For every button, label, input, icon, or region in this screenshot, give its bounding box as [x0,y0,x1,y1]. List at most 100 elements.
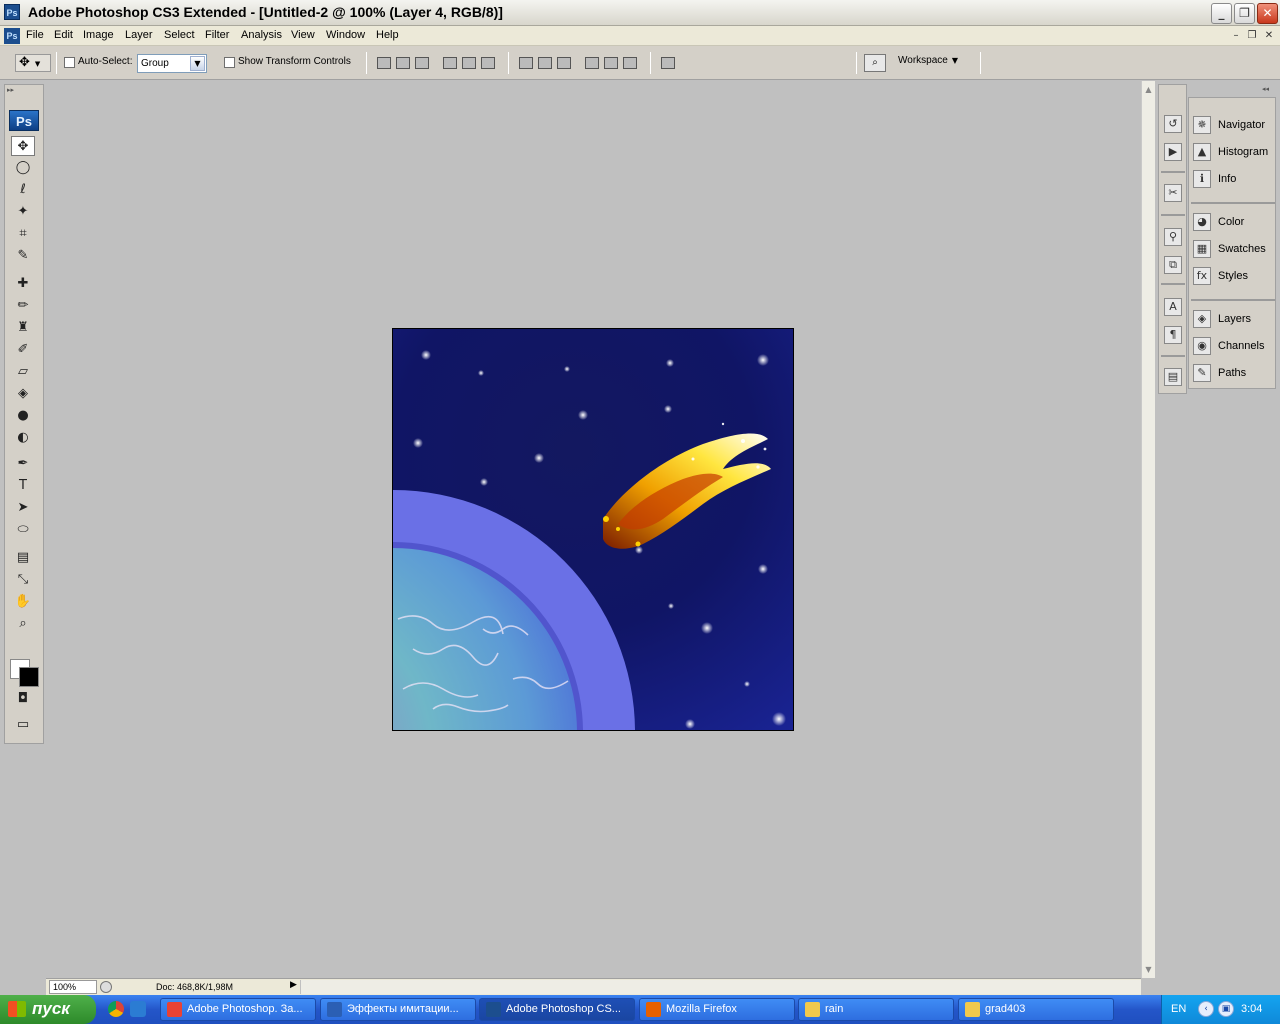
align-right-icon[interactable] [481,57,495,69]
distribute-bottom-icon[interactable] [557,57,571,69]
history-panel-icon[interactable]: ↺ [1164,115,1182,133]
paint-bucket-tool-icon[interactable]: ◈ [11,384,35,404]
maximize-button[interactable]: ❐ [1234,3,1255,24]
status-info-icon[interactable] [100,981,112,993]
crop-tool-icon[interactable]: ⌗ [11,224,35,244]
taskbar-button[interactable]: Adobe Photoshop. За... [160,998,316,1021]
horizontal-scrollbar[interactable] [300,980,1141,994]
shape-tool-icon[interactable]: ⬭ [11,520,35,540]
taskbar-button[interactable]: Adobe Photoshop CS... [479,998,635,1021]
clone-stamp-tool-icon[interactable]: ♜ [11,318,35,338]
path-selection-tool-icon[interactable]: ➤ [11,498,35,518]
doc-minimize-button[interactable]: – [1229,29,1243,42]
magic-wand-tool-icon[interactable]: ✦ [11,202,35,222]
language-indicator[interactable]: EN [1171,1003,1186,1015]
doc-restore-button[interactable]: ❐ [1245,29,1259,42]
pen-tool-icon[interactable]: ✒ [11,454,35,474]
distribute-top-icon[interactable] [519,57,533,69]
auto-select-dropdown[interactable]: Group ▼ [137,54,207,73]
notes-tool-icon[interactable]: ▤ [11,548,35,568]
character-panel-icon[interactable]: A [1164,298,1182,316]
blur-tool-icon[interactable]: ● [11,406,35,426]
panel-tab-paths[interactable]: ✎ Paths [1191,362,1275,384]
ie-icon[interactable] [130,1001,146,1017]
layer-comps-panel-icon[interactable]: ▤ [1164,368,1182,386]
taskbar-button[interactable]: Mozilla Firefox [639,998,795,1021]
zoom-tool-icon[interactable]: ⌕ [11,614,35,634]
taskbar-button[interactable]: grad403 [958,998,1114,1021]
tool-preset-picker[interactable]: ✥ ▼ [15,54,51,72]
quick-mask-icon[interactable]: ◘ [11,689,35,709]
align-left-icon[interactable] [443,57,457,69]
hand-tool-icon[interactable]: ✋ [11,592,35,612]
menu-view[interactable]: View [291,29,315,41]
scroll-up-icon[interactable]: ▲ [1142,83,1155,96]
paragraph-panel-icon[interactable]: ¶ [1164,326,1182,344]
panel-grip[interactable]: ▸▸ [7,86,14,94]
menu-select[interactable]: Select [164,29,195,41]
dodge-tool-icon[interactable]: ◐ [11,428,35,448]
auto-select-checkbox[interactable] [64,57,75,68]
auto-align-layers-icon[interactable] [661,57,675,69]
lasso-tool-icon[interactable]: ℓ [11,180,35,200]
move-tool-icon[interactable]: ✥ [11,136,35,156]
panel-tab-color[interactable]: ◕ Color [1191,211,1275,233]
menu-analysis[interactable]: Analysis [241,29,282,41]
align-vcenter-icon[interactable] [396,57,410,69]
brush-tool-icon[interactable]: ✏ [11,296,35,316]
close-button[interactable]: ✕ [1257,3,1278,24]
panel-tab-histogram[interactable]: ▲ Histogram [1191,141,1275,163]
bridge-icon[interactable]: ⌕ [864,54,886,72]
menu-filter[interactable]: Filter [205,29,229,41]
photoshop-app-icon[interactable]: Ps [4,4,20,20]
marquee-tool-icon[interactable]: ◯ [11,158,35,178]
eraser-tool-icon[interactable]: ▱ [11,362,35,382]
brushes-panel-icon[interactable]: ⚲ [1164,228,1182,246]
taskbar-button[interactable]: Эффекты имитации... [320,998,476,1021]
panel-tab-layers[interactable]: ◈ Layers [1191,308,1275,330]
taskbar-button[interactable]: rain [798,998,954,1021]
align-bottom-icon[interactable] [415,57,429,69]
tool-presets-panel-icon[interactable]: ✂ [1164,184,1182,202]
eyedropper-tool-icon[interactable]: ⤡ [11,570,35,590]
clone-source-panel-icon[interactable]: ⧉ [1164,256,1182,274]
tray-expand-icon[interactable]: ‹ [1198,1001,1214,1017]
actions-panel-icon[interactable]: ▶ [1164,143,1182,161]
align-top-icon[interactable] [377,57,391,69]
doc-close-button[interactable]: ✕ [1262,29,1276,42]
vertical-scrollbar[interactable]: ▲ ▼ [1141,81,1155,978]
chrome-icon[interactable] [108,1001,124,1017]
panel-tab-channels[interactable]: ◉ Channels [1191,335,1275,357]
background-color-swatch[interactable] [19,667,39,687]
align-hcenter-icon[interactable] [462,57,476,69]
distribute-right-icon[interactable] [623,57,637,69]
panel-tab-styles[interactable]: fx Styles [1191,265,1275,287]
menu-help[interactable]: Help [376,29,399,41]
status-menu-arrow-icon[interactable]: ▶ [290,980,297,990]
panel-tab-swatches[interactable]: ▦ Swatches [1191,238,1275,260]
panel-tab-info[interactable]: ℹ Info [1191,168,1275,190]
menu-file[interactable]: File [26,29,44,41]
show-transform-checkbox[interactable] [224,57,235,68]
photoshop-logo[interactable]: Ps [9,110,39,131]
distribute-left-icon[interactable] [585,57,599,69]
zoom-level-field[interactable]: 100% [49,980,97,994]
distribute-hcenter-icon[interactable] [604,57,618,69]
type-tool-icon[interactable]: T [11,476,35,496]
menu-edit[interactable]: Edit [54,29,73,41]
screen-mode-icon[interactable]: ▭ [11,715,35,735]
healing-brush-tool-icon[interactable]: ✚ [11,274,35,294]
distribute-vcenter-icon[interactable] [538,57,552,69]
network-icon[interactable]: ▣ [1218,1001,1234,1017]
menu-layer[interactable]: Layer [125,29,153,41]
start-button[interactable]: пуск [0,995,96,1024]
scroll-down-icon[interactable]: ▼ [1142,963,1155,976]
panel-tab-navigator[interactable]: ✵ Navigator [1191,114,1275,136]
document-icon[interactable]: Ps [4,28,20,44]
collapse-dock-icon[interactable]: ◂◂ [1262,85,1269,93]
history-brush-tool-icon[interactable]: ✐ [11,340,35,360]
menu-image[interactable]: Image [83,29,114,41]
slice-tool-icon[interactable]: ✎ [11,246,35,266]
minimize-button[interactable]: _ [1211,3,1232,24]
document-canvas[interactable] [392,328,794,731]
